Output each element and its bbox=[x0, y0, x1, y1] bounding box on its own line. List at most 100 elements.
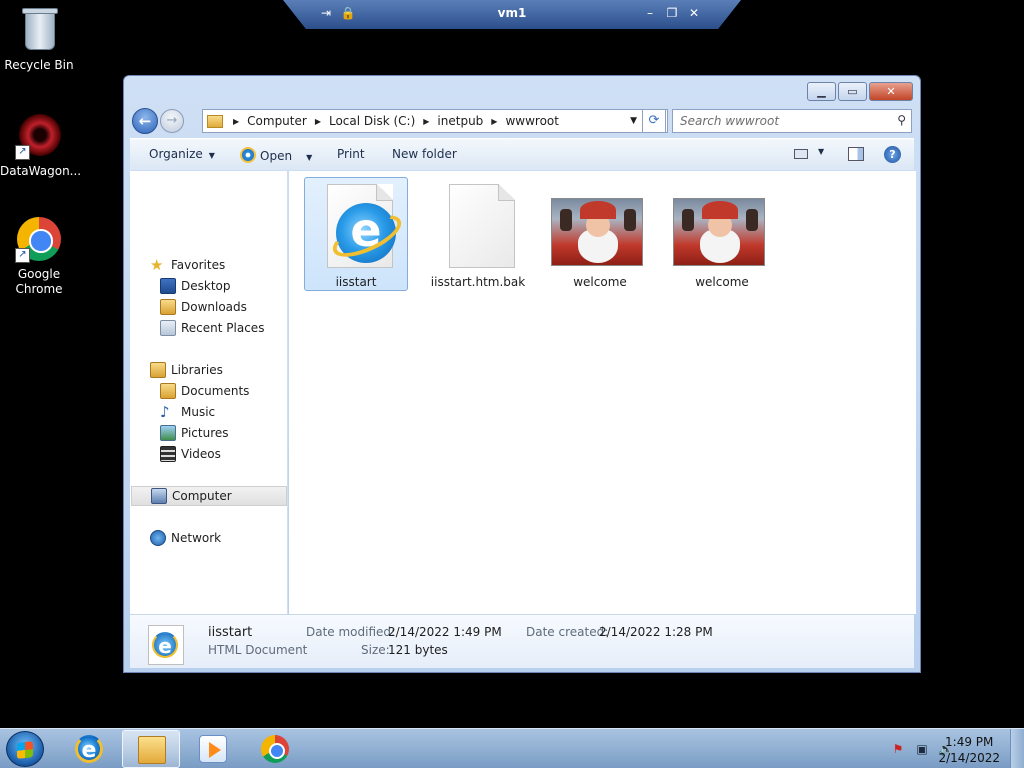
nav-item-music[interactable]: ♪ Music bbox=[160, 402, 215, 422]
breadcrumb-computer[interactable]: Computer bbox=[247, 114, 307, 128]
internet-explorer-icon bbox=[240, 147, 256, 163]
nav-item-videos[interactable]: Videos bbox=[160, 444, 221, 464]
command-toolbar: Organize ▼ Open ▼ Print New folder ▼ ? bbox=[130, 138, 914, 170]
nav-item-computer[interactable]: Computer bbox=[131, 486, 287, 506]
file-name: welcome bbox=[573, 275, 627, 289]
preview-pane-icon[interactable] bbox=[848, 147, 864, 161]
media-player-icon bbox=[199, 735, 227, 763]
nav-item-pictures[interactable]: Pictures bbox=[160, 423, 229, 443]
nav-item-label: Network bbox=[171, 531, 222, 545]
star-icon: ★ bbox=[150, 256, 164, 274]
breadcrumb-wwwroot[interactable]: wwwroot bbox=[505, 114, 559, 128]
file-item-iisstart-htm-bak[interactable]: iisstart.htm.bak bbox=[426, 177, 530, 291]
window-close-button[interactable]: ✕ bbox=[869, 82, 913, 101]
start-button[interactable] bbox=[6, 731, 44, 767]
windows-logo-icon bbox=[17, 741, 33, 759]
address-dropdown-icon[interactable]: ▼ bbox=[630, 116, 637, 126]
desktop-icon bbox=[160, 278, 176, 294]
taskbar-google-chrome[interactable] bbox=[246, 730, 304, 768]
nav-item-desktop[interactable]: Desktop bbox=[160, 276, 231, 296]
shortcut-arrow-icon: ↗ bbox=[15, 248, 30, 263]
search-icon[interactable]: ⚲ bbox=[897, 113, 906, 127]
restore-icon[interactable]: ❐ bbox=[663, 4, 681, 22]
nav-item-label: Documents bbox=[181, 384, 250, 398]
breadcrumb-separator[interactable]: ▶ bbox=[423, 117, 429, 126]
file-name: welcome bbox=[695, 275, 749, 289]
documents-icon bbox=[160, 383, 176, 399]
clock-date: 2/14/2022 bbox=[938, 751, 1000, 765]
date-modified-label: Date modified: bbox=[306, 625, 396, 639]
nav-item-label: Libraries bbox=[171, 363, 223, 377]
file-item-welcome[interactable]: welcome bbox=[548, 177, 652, 291]
nav-item-favorites[interactable]: ★ Favorites bbox=[150, 255, 225, 275]
show-desktop-button[interactable] bbox=[1010, 729, 1024, 768]
print-button[interactable]: Print bbox=[337, 147, 365, 161]
network-icon bbox=[150, 530, 166, 546]
navigation-pane: ★ Favorites Desktop Downloads Recent Pla… bbox=[130, 171, 288, 614]
shortcut-arrow-icon: ↗ bbox=[15, 145, 30, 160]
search-placeholder: Search wwwroot bbox=[680, 114, 780, 128]
breadcrumb-separator[interactable]: ▶ bbox=[491, 117, 497, 126]
nav-item-label: Pictures bbox=[181, 426, 229, 440]
window-maximize-button[interactable]: ▭ bbox=[838, 82, 867, 101]
new-folder-button[interactable]: New folder bbox=[392, 147, 457, 161]
rdp-connection-bar: ⇥ 🔒 vm1 – ❐ ✕ bbox=[283, 0, 741, 29]
nav-item-documents[interactable]: Documents bbox=[160, 381, 249, 401]
datawagon-icon: ↗ bbox=[15, 112, 63, 160]
details-pane: e iisstart HTML Document Date modified: … bbox=[130, 614, 914, 668]
minimize-icon[interactable]: – bbox=[641, 4, 659, 22]
folder-icon bbox=[138, 736, 166, 764]
file-name: iisstart.htm.bak bbox=[430, 275, 526, 289]
close-icon[interactable]: ✕ bbox=[685, 4, 703, 22]
file-name: iisstart bbox=[335, 275, 377, 289]
internet-explorer-icon: e bbox=[152, 632, 178, 658]
chevron-down-icon[interactable]: ▼ bbox=[306, 153, 312, 162]
desktop-icon-label: Recycle Bin bbox=[4, 58, 74, 72]
breadcrumb-local-disk[interactable]: Local Disk (C:) bbox=[329, 114, 415, 128]
taskbar-media-player[interactable] bbox=[184, 730, 242, 768]
search-input[interactable]: Search wwwroot ⚲ bbox=[672, 109, 912, 133]
back-button[interactable]: ← bbox=[132, 108, 158, 134]
breadcrumb-inetpub[interactable]: inetpub bbox=[437, 114, 483, 128]
desktop-icon-label: DataWagon... bbox=[0, 164, 82, 178]
explorer-window: ▁ ▭ ✕ ← → ▶ Computer ▶ Local Disk (C:) ▶… bbox=[123, 75, 921, 673]
desktop-icon-label: Google Chrome bbox=[15, 267, 63, 296]
nav-item-label: Videos bbox=[181, 447, 221, 461]
file-item-iisstart[interactable]: iisstart bbox=[304, 177, 408, 291]
address-bar[interactable]: ▶ Computer ▶ Local Disk (C:) ▶ inetpub ▶… bbox=[202, 109, 668, 133]
taskbar-internet-explorer[interactable]: e bbox=[60, 730, 118, 768]
file-list: iisstart iisstart.htm.bak welcome welcom… bbox=[289, 171, 916, 614]
file-item-welcome[interactable]: welcome bbox=[670, 177, 774, 291]
taskbar-windows-explorer[interactable] bbox=[122, 730, 180, 768]
desktop-icon-google-chrome[interactable]: ↗ Google Chrome bbox=[0, 215, 78, 297]
window-minimize-button[interactable]: ▁ bbox=[807, 82, 836, 101]
nav-item-network[interactable]: Network bbox=[150, 528, 221, 548]
action-center-flag-icon[interactable]: ⚑ bbox=[890, 741, 906, 757]
window-controls: ▁ ▭ ✕ bbox=[805, 82, 913, 101]
chevron-down-icon[interactable]: ▼ bbox=[818, 147, 824, 156]
date-created-label: Date created: bbox=[526, 625, 609, 639]
refresh-button[interactable]: ⟳ bbox=[642, 109, 666, 133]
nav-item-libraries[interactable]: Libraries bbox=[150, 360, 223, 380]
open-label: Open bbox=[260, 149, 293, 163]
network-status-icon[interactable]: ▣ bbox=[914, 741, 930, 757]
nav-item-label: Desktop bbox=[181, 279, 231, 293]
forward-button[interactable]: → bbox=[160, 109, 184, 133]
blank-document-icon bbox=[449, 184, 515, 268]
breadcrumb-separator[interactable]: ▶ bbox=[233, 117, 239, 126]
desktop-icon-recycle-bin[interactable]: Recycle Bin bbox=[0, 6, 78, 73]
nav-item-downloads[interactable]: Downloads bbox=[160, 297, 247, 317]
html-document-icon bbox=[327, 184, 407, 268]
change-view-icon[interactable] bbox=[794, 149, 808, 159]
desktop-icon-datawagon[interactable]: ↗ DataWagon... bbox=[0, 112, 82, 179]
open-button[interactable]: Open ▼ bbox=[240, 147, 312, 163]
system-clock[interactable]: 1:49 PM 2/14/2022 bbox=[938, 734, 1000, 766]
chrome-icon bbox=[261, 735, 289, 763]
html-document-icon: e bbox=[148, 625, 184, 665]
organize-button[interactable]: Organize ▼ bbox=[149, 147, 215, 161]
nav-item-recent-places[interactable]: Recent Places bbox=[160, 318, 264, 338]
breadcrumb-separator[interactable]: ▶ bbox=[315, 117, 321, 126]
downloads-folder-icon bbox=[160, 299, 176, 315]
pictures-icon bbox=[160, 425, 176, 441]
help-icon[interactable]: ? bbox=[884, 146, 901, 163]
